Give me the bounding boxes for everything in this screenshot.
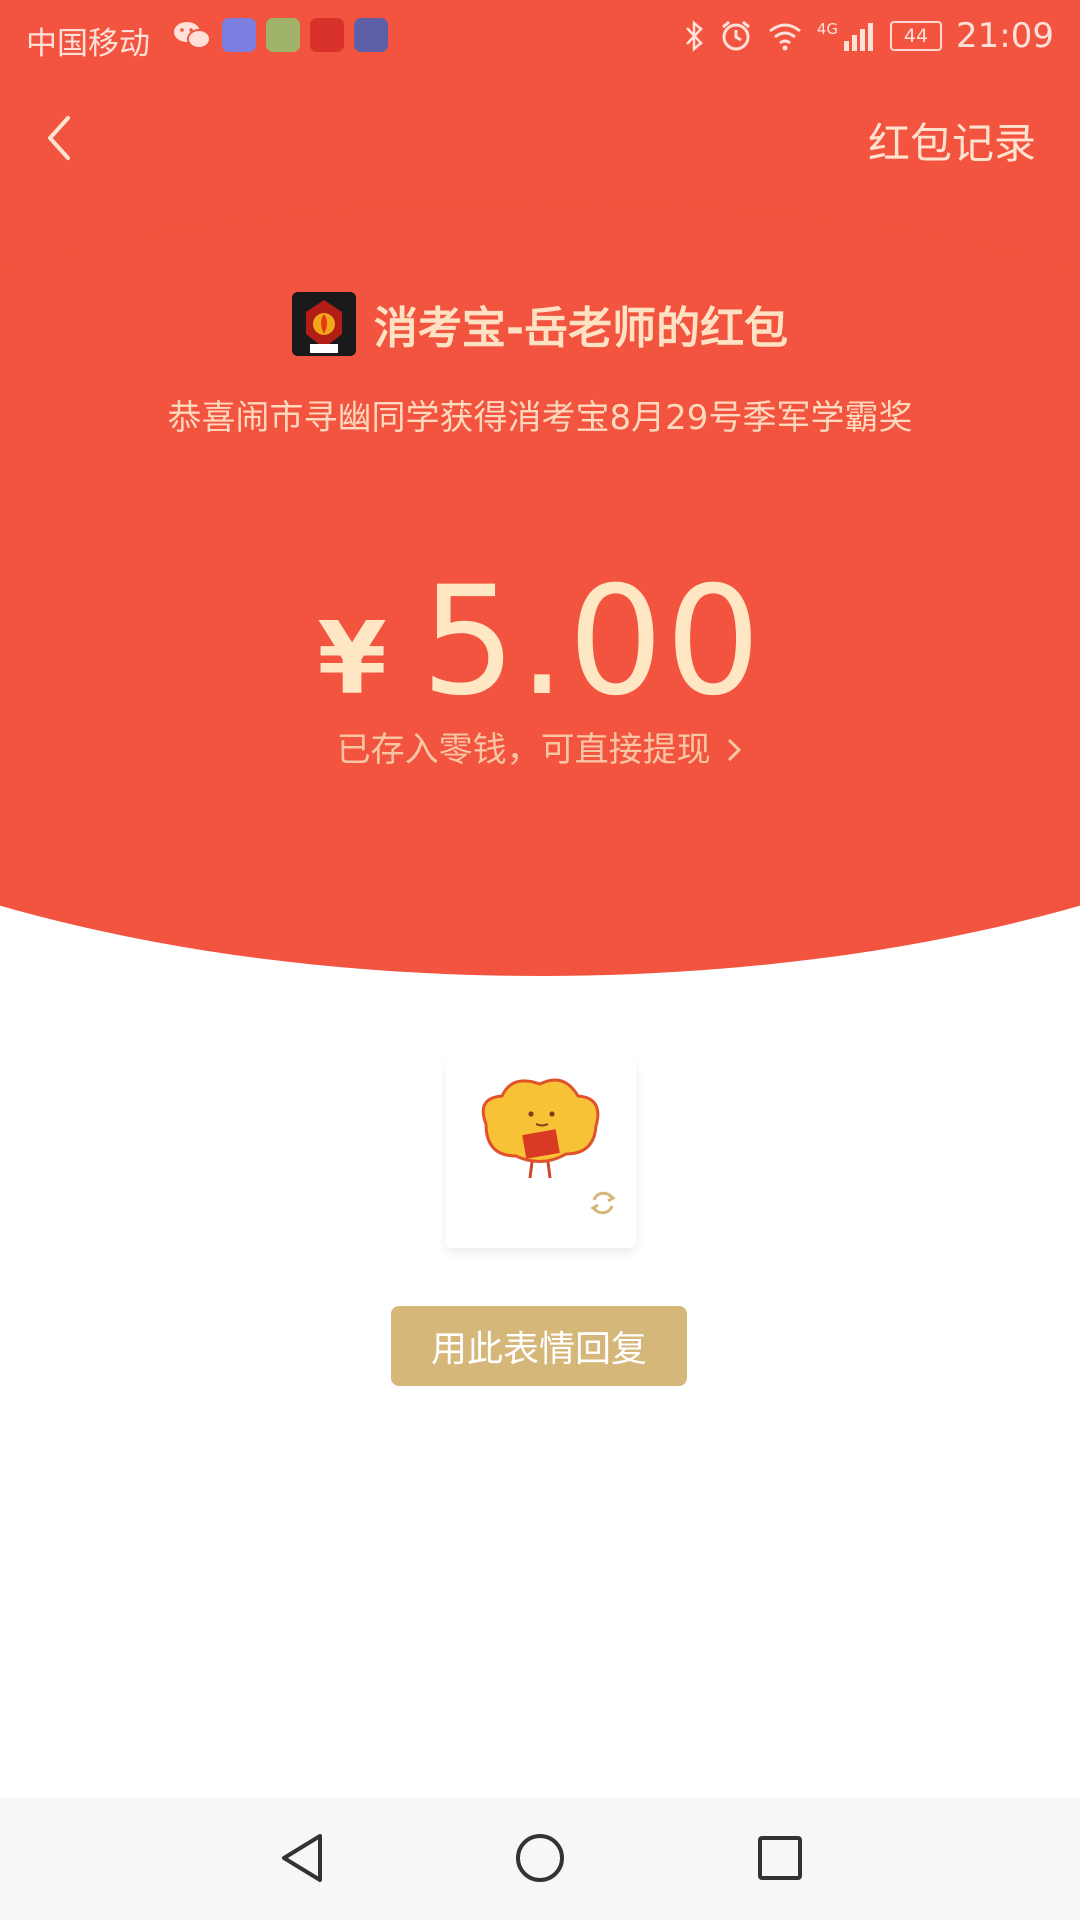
currency-symbol: ¥ [317, 600, 387, 717]
chevron-right-icon [728, 738, 742, 762]
system-navigation-bar [0, 1798, 1080, 1920]
battery-level: 44 [903, 25, 929, 47]
carrier-name: 中国移动 [26, 26, 150, 62]
amount-value: 5.00 [420, 555, 763, 729]
bluetooth-icon [685, 20, 703, 52]
app-icon-purple [222, 18, 256, 52]
nav-back-icon[interactable] [272, 1826, 336, 1890]
battery-indicator: 44 [890, 21, 943, 51]
alarm-icon [721, 20, 750, 51]
sender-row: 消考宝-岳老师的红包 [0, 292, 1080, 356]
network-type: 4G [816, 20, 839, 38]
sticker-card[interactable] [446, 1056, 636, 1248]
amount-display: ¥ 5.00 [0, 555, 1080, 729]
sender-title: 消考宝-岳老师的红包 [373, 303, 789, 354]
wifi-icon [768, 23, 801, 51]
signal-icon [844, 23, 874, 51]
red-packet-record-link[interactable]: 红包记录 [868, 110, 1036, 171]
withdraw-link[interactable]: 已存入零钱，可直接提现 [0, 722, 1080, 771]
refresh-icon[interactable] [586, 1186, 620, 1220]
back-button[interactable] [38, 108, 88, 168]
notification-icons [172, 18, 388, 52]
clock: 21:09 [956, 16, 1054, 56]
fire-badge-icon [291, 292, 356, 356]
app-icon-red [310, 18, 344, 52]
nav-home-icon[interactable] [508, 1826, 572, 1890]
sender-avatar [291, 292, 356, 356]
nav-recents-icon[interactable] [748, 1826, 812, 1890]
video-icon [354, 18, 388, 52]
app-icon-green [266, 18, 300, 52]
reply-with-sticker-button[interactable]: 用此表情回复 [391, 1306, 687, 1386]
chevron-left-icon [48, 116, 70, 160]
stored-text: 已存入零钱，可直接提现 [336, 730, 711, 770]
wechat-icon [174, 22, 211, 49]
sticker-image [481, 1078, 600, 1179]
congratulation-message: 恭喜闹市寻幽同学获得消考宝8月29号季军学霸奖 [167, 398, 913, 438]
status-bar: 中国移动 4G 44 21:09 [0, 0, 1080, 74]
